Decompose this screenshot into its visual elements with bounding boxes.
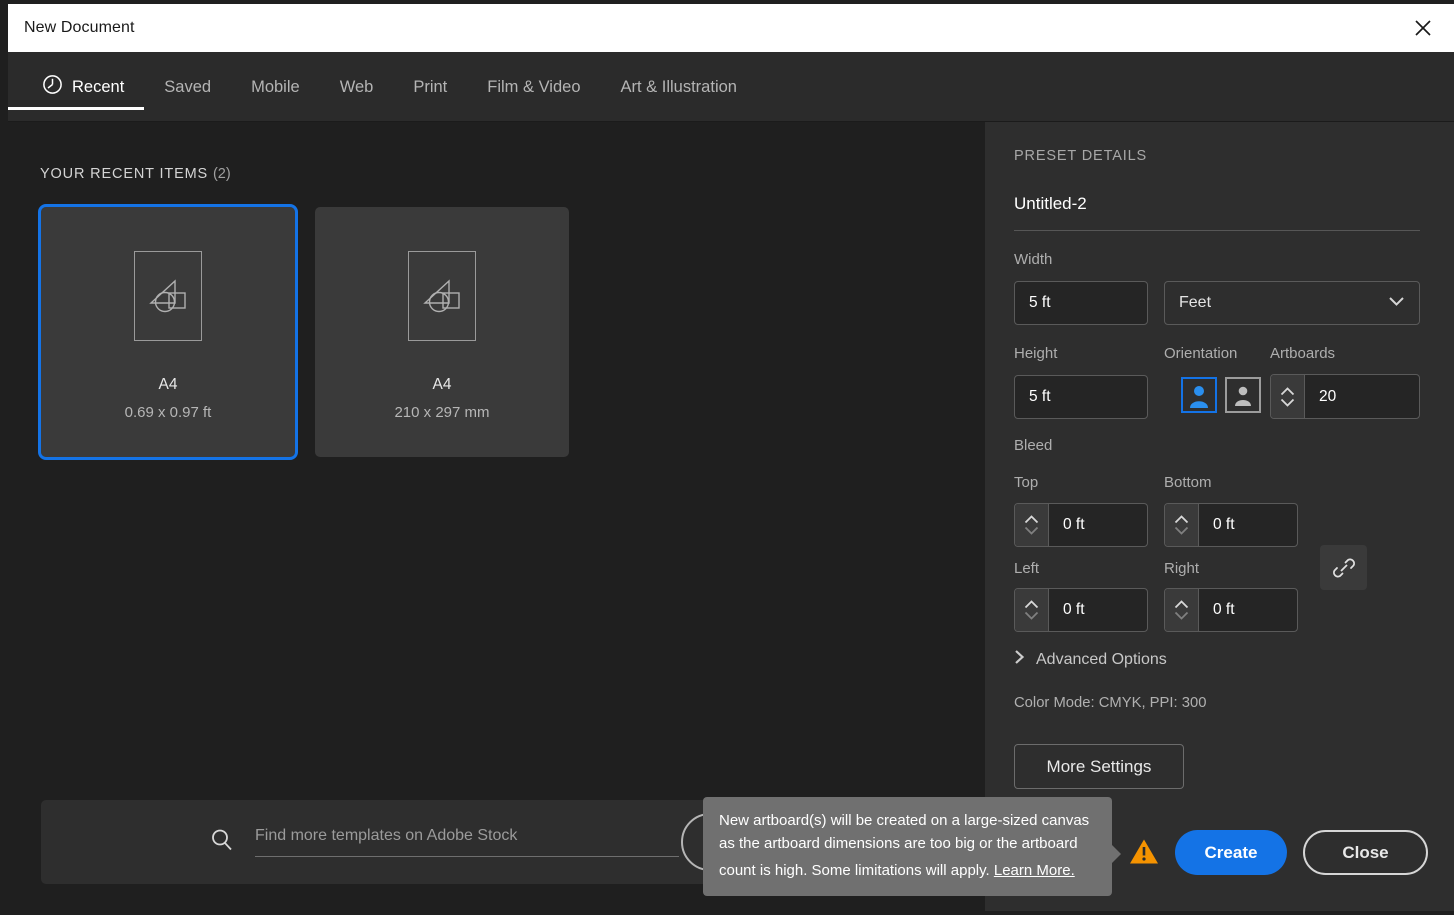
recent-item-card[interactable]: A4 210 x 297 mm bbox=[315, 207, 569, 457]
document-name-input[interactable]: Untitled-2 bbox=[1014, 194, 1420, 231]
bleed-left-label: Left bbox=[1014, 560, 1039, 577]
bleed-top-stepper[interactable]: 0 ft bbox=[1014, 503, 1148, 547]
tab-label: Web bbox=[340, 78, 374, 97]
bleed-top-label: Top bbox=[1014, 474, 1038, 491]
page-title: New Document bbox=[24, 19, 135, 37]
orientation-label: Orientation bbox=[1164, 345, 1237, 362]
orientation-landscape-button[interactable] bbox=[1225, 377, 1261, 413]
tab-mobile[interactable]: Mobile bbox=[231, 52, 320, 122]
stepper-up-arrow[interactable] bbox=[1280, 387, 1295, 396]
bleed-bottom-input[interactable]: 0 ft bbox=[1199, 504, 1297, 546]
width-label: Width bbox=[1014, 251, 1052, 268]
search-icon bbox=[209, 827, 235, 858]
bleed-right-input[interactable]: 0 ft bbox=[1199, 589, 1297, 631]
artboards-stepper-arrows bbox=[1271, 375, 1305, 418]
bleed-right-stepper-arrows bbox=[1165, 589, 1199, 631]
new-document-dialog: New Document Recent Saved bbox=[0, 0, 1454, 915]
recent-item-title: A4 bbox=[433, 376, 452, 394]
recent-items-heading-label: YOUR RECENT ITEMS bbox=[40, 166, 208, 182]
recent-items-grid: A4 0.69 x 0.97 ft A4 210 x 297 mm bbox=[41, 207, 569, 457]
stepper-down-arrow[interactable] bbox=[1174, 526, 1189, 535]
recent-item-dimensions: 210 x 297 mm bbox=[394, 404, 489, 421]
learn-more-link[interactable]: Learn More. bbox=[994, 860, 1075, 883]
chevron-right-icon bbox=[1014, 649, 1025, 670]
artboard-warning-tooltip: New artboard(s) will be created on a lar… bbox=[703, 797, 1112, 896]
bleed-label: Bleed bbox=[1014, 437, 1052, 454]
tab-saved[interactable]: Saved bbox=[144, 52, 231, 122]
bleed-bottom-stepper[interactable]: 0 ft bbox=[1164, 503, 1298, 547]
bleed-left-input[interactable]: 0 ft bbox=[1049, 589, 1147, 631]
stepper-down-arrow[interactable] bbox=[1280, 398, 1295, 407]
artboards-label: Artboards bbox=[1270, 345, 1335, 362]
tab-web[interactable]: Web bbox=[320, 52, 394, 122]
width-input[interactable]: 5 ft bbox=[1014, 281, 1148, 325]
link-icon[interactable] bbox=[1320, 545, 1367, 590]
tab-label: Recent bbox=[72, 78, 124, 97]
clock-icon bbox=[42, 74, 63, 100]
document-thumbnail-icon bbox=[408, 251, 476, 341]
stepper-up-arrow[interactable] bbox=[1174, 600, 1189, 609]
tab-art-and-illustration[interactable]: Art & Illustration bbox=[601, 52, 757, 122]
advanced-options-toggle[interactable]: Advanced Options bbox=[1014, 649, 1167, 670]
search-input[interactable]: Find more templates on Adobe Stock bbox=[255, 827, 679, 857]
more-settings-button[interactable]: More Settings bbox=[1014, 744, 1184, 789]
active-tab-underline bbox=[8, 107, 144, 110]
chevron-down-icon bbox=[1388, 294, 1405, 312]
advanced-options-label: Advanced Options bbox=[1036, 651, 1167, 669]
warning-triangle-icon[interactable] bbox=[1129, 838, 1159, 870]
recent-items-heading: YOUR RECENT ITEMS (2) bbox=[40, 166, 231, 182]
height-input[interactable]: 5 ft bbox=[1014, 375, 1148, 419]
bleed-bottom-stepper-arrows bbox=[1165, 504, 1199, 546]
recent-item-card[interactable]: A4 0.69 x 0.97 ft bbox=[41, 207, 295, 457]
tab-label: Art & Illustration bbox=[621, 78, 737, 97]
close-icon[interactable] bbox=[1406, 11, 1440, 45]
tab-print[interactable]: Print bbox=[393, 52, 467, 122]
color-mode-summary: Color Mode: CMYK, PPI: 300 bbox=[1014, 695, 1206, 711]
tooltip-arrow bbox=[1112, 845, 1121, 863]
close-button[interactable]: Close bbox=[1303, 830, 1428, 875]
templates-area: YOUR RECENT ITEMS (2) A4 0.69 x 0.97 ft bbox=[8, 122, 985, 911]
tab-label: Mobile bbox=[251, 78, 300, 97]
tab-bar: Recent Saved Mobile Web Print Film & Vid… bbox=[8, 52, 1454, 122]
bleed-left-stepper[interactable]: 0 ft bbox=[1014, 588, 1148, 632]
artboards-input[interactable]: 20 bbox=[1305, 375, 1419, 418]
preset-details-title: PRESET DETAILS bbox=[1014, 148, 1147, 164]
bleed-left-stepper-arrows bbox=[1015, 589, 1049, 631]
document-thumbnail-icon bbox=[134, 251, 202, 341]
create-button[interactable]: Create bbox=[1175, 830, 1287, 875]
bleed-top-input[interactable]: 0 ft bbox=[1049, 504, 1147, 546]
stepper-up-arrow[interactable] bbox=[1024, 600, 1039, 609]
tab-label: Film & Video bbox=[487, 78, 580, 97]
bleed-right-stepper[interactable]: 0 ft bbox=[1164, 588, 1298, 632]
recent-items-count: (2) bbox=[213, 166, 231, 182]
title-bar: New Document bbox=[8, 4, 1454, 52]
units-selected-value: Feet bbox=[1179, 294, 1211, 312]
recent-item-dimensions: 0.69 x 0.97 ft bbox=[125, 404, 212, 421]
stepper-down-arrow[interactable] bbox=[1024, 611, 1039, 620]
bleed-bottom-label: Bottom bbox=[1164, 474, 1212, 491]
orientation-toggle-group bbox=[1181, 377, 1261, 413]
orientation-portrait-button[interactable] bbox=[1181, 377, 1217, 413]
stepper-down-arrow[interactable] bbox=[1174, 611, 1189, 620]
stepper-down-arrow[interactable] bbox=[1024, 526, 1039, 535]
bleed-right-label: Right bbox=[1164, 560, 1199, 577]
stepper-up-arrow[interactable] bbox=[1024, 515, 1039, 524]
tab-film-and-video[interactable]: Film & Video bbox=[467, 52, 600, 122]
search-placeholder: Find more templates on Adobe Stock bbox=[255, 827, 517, 844]
height-label: Height bbox=[1014, 345, 1057, 362]
stepper-up-arrow[interactable] bbox=[1174, 515, 1189, 524]
units-select[interactable]: Feet bbox=[1164, 281, 1420, 325]
tab-label: Saved bbox=[164, 78, 211, 97]
tab-label: Print bbox=[413, 78, 447, 97]
tab-recent[interactable]: Recent bbox=[8, 52, 144, 122]
bleed-top-stepper-arrows bbox=[1015, 504, 1049, 546]
recent-item-title: A4 bbox=[159, 376, 178, 394]
artboards-stepper[interactable]: 20 bbox=[1270, 374, 1420, 419]
